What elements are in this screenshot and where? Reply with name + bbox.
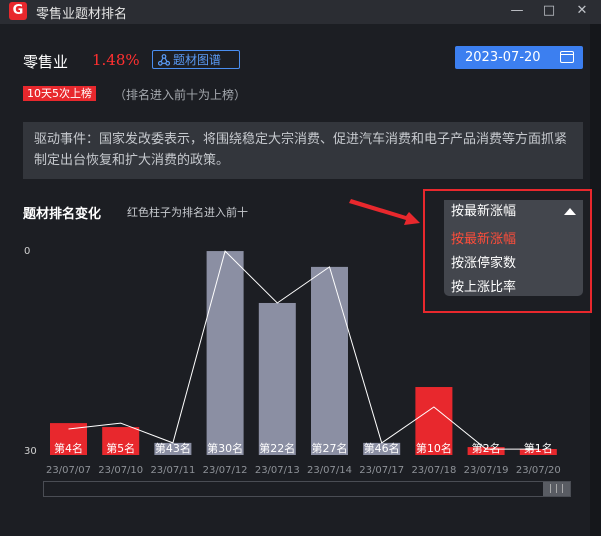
- x-tick-label: 23/07/17: [359, 465, 404, 476]
- x-tick-label: 23/07/19: [464, 465, 509, 476]
- x-tick-label: 23/07/18: [411, 465, 456, 476]
- rank-bar-label: 第10名: [416, 441, 452, 455]
- scrollbar-thumb[interactable]: | | |: [543, 482, 570, 496]
- rank-bar[interactable]: [258, 302, 296, 455]
- annotation-arrow-icon: [349, 199, 420, 225]
- x-tick-label: 23/07/12: [203, 465, 248, 476]
- sort-option-limit-up-count[interactable]: 按涨停家数: [451, 252, 516, 271]
- rank-bar-label: 第1名: [524, 441, 553, 455]
- rank-bar-label: 第5名: [106, 441, 135, 455]
- rank-bar[interactable]: [206, 251, 244, 455]
- rank-bar-label: 第4名: [54, 441, 83, 455]
- chart-scrollbar[interactable]: | | |: [43, 481, 571, 497]
- x-tick-label: 23/07/07: [46, 465, 91, 476]
- x-tick-label: 23/07/20: [516, 465, 561, 476]
- x-tick-label: 23/07/13: [255, 465, 300, 476]
- sort-option-latest-gain[interactable]: 按最新涨幅: [451, 228, 516, 247]
- rank-bar-label: 第2名: [472, 441, 501, 455]
- sort-dropdown-value: 按最新涨幅: [451, 204, 517, 219]
- rank-bar-label: 第27名: [312, 441, 348, 455]
- rank-bar-label: 第46名: [364, 441, 400, 455]
- rank-bar[interactable]: [311, 266, 348, 455]
- y-tick-bottom: 30: [24, 446, 37, 457]
- x-tick-label: 23/07/10: [98, 465, 143, 476]
- x-tick-label: 23/07/14: [307, 465, 352, 476]
- sort-option-rise-ratio[interactable]: 按上涨比率: [451, 276, 516, 295]
- sort-dropdown-menu: 按最新涨幅 按涨停家数 按上涨比率: [444, 223, 583, 296]
- y-tick-top: 0: [24, 246, 31, 257]
- caret-up-icon: [564, 208, 576, 215]
- x-tick-label: 23/07/11: [150, 465, 195, 476]
- sort-dropdown[interactable]: 按最新涨幅: [444, 200, 583, 223]
- rank-bar-label: 第22名: [259, 441, 295, 455]
- rank-bar-label: 第30名: [207, 441, 243, 455]
- rank-bar-label: 第43名: [155, 441, 191, 455]
